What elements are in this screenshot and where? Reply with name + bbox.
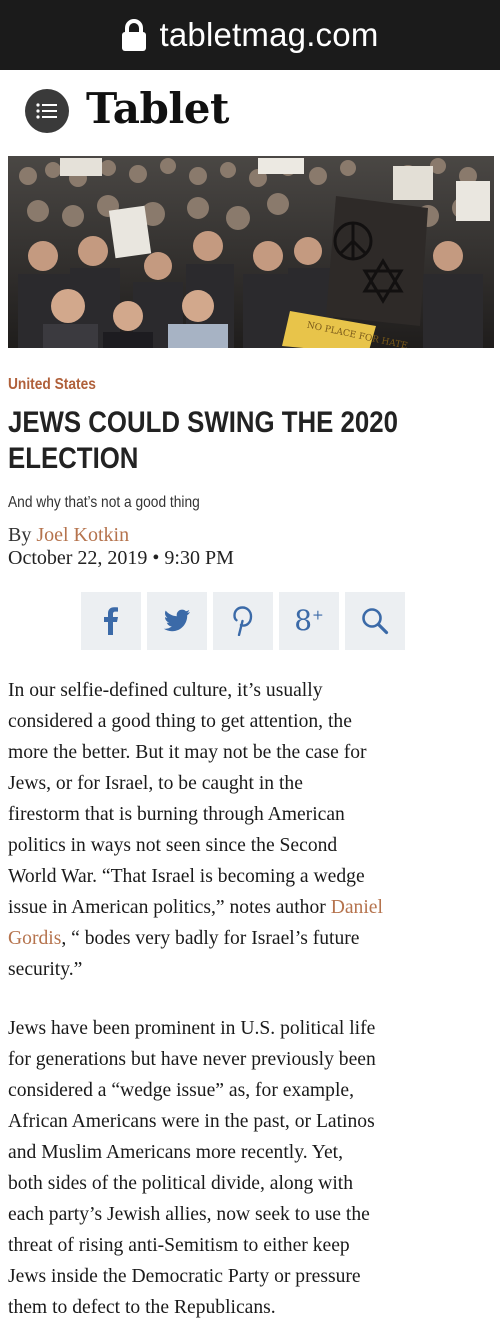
share-googleplus-button[interactable]: 8+ — [279, 592, 339, 650]
paragraph-line: In our selfie-defined culture, it’s usua… — [8, 680, 323, 701]
paragraph-line: both sides of the political divide, alon… — [8, 1173, 354, 1194]
article-headline: JEWS COULD SWING THE 2020 ELECTION — [8, 405, 490, 477]
paragraph-line: more the better. But it may not be the c… — [8, 742, 367, 763]
share-bar: 8+ — [81, 592, 405, 650]
google-plus-icon: 8+ — [294, 604, 324, 637]
paragraph-text: , “ bodes very badly for Israel’s future — [61, 928, 360, 949]
paragraph-line: Jews inside the Democratic Party or pres… — [8, 1266, 361, 1287]
headline-line: ELECTION — [8, 442, 139, 475]
search-button[interactable] — [345, 592, 405, 650]
paragraph-line: and Muslim Americans more recently. Yet, — [8, 1142, 344, 1163]
paragraph-line: African Americans were in the past, or L… — [8, 1111, 375, 1132]
article-section-link[interactable]: United States — [8, 376, 96, 394]
article-paragraph: In our selfie-defined culture, it’s usua… — [8, 675, 498, 985]
facebook-icon — [104, 607, 118, 635]
paragraph-line: for generations but have never previousl… — [8, 1049, 376, 1070]
site-header: Tablet — [0, 70, 500, 154]
paragraph-line: each party’s Jewish allies, now seek to … — [8, 1204, 370, 1225]
paragraph-line: issue in American politics,” notes autho… — [8, 892, 498, 923]
publish-date: October 22, 2019 • 9:30 PM — [8, 547, 234, 569]
site-logo[interactable]: Tablet — [86, 84, 229, 133]
twitter-icon — [163, 609, 190, 632]
headline-line: JEWS COULD SWING THE 2020 — [8, 406, 398, 439]
byline: By Joel Kotkin — [8, 524, 129, 546]
paragraph-line: Gordis, “ bodes very badly for Israel’s … — [8, 923, 498, 954]
paragraph-line: politics in ways not seen since the Seco… — [8, 835, 338, 856]
menu-icon — [36, 103, 57, 119]
author-link[interactable]: Joel Kotkin — [36, 524, 129, 546]
search-icon — [362, 608, 389, 635]
byline-prefix: By — [8, 524, 37, 546]
article-hero-image: NO PLACE FOR HATE — [8, 156, 494, 348]
paragraph-line: World War. “That Israel is becoming a we… — [8, 866, 365, 887]
paragraph-line: threat of rising anti-Semitism to either… — [8, 1235, 350, 1256]
article-paragraph: Jews have been prominent in U.S. politic… — [8, 1013, 498, 1323]
share-pinterest-button[interactable] — [213, 592, 273, 650]
daniel-gordis-link[interactable]: Daniel — [331, 897, 383, 918]
paragraph-line: Jews, or for Israel, to be caught in the — [8, 773, 303, 794]
paragraph-line: firestorm that is burning through Americ… — [8, 804, 345, 825]
paragraph-line: them to defect to the Republicans. — [8, 1297, 276, 1318]
share-facebook-button[interactable] — [81, 592, 141, 650]
paragraph-line: considered a good thing to get attention… — [8, 711, 352, 732]
pinterest-icon — [233, 606, 253, 636]
paragraph-text: issue in American politics,” notes autho… — [8, 897, 331, 918]
paragraph-line: considered a “wedge issue” as, for examp… — [8, 1080, 355, 1101]
lock-icon — [121, 18, 147, 52]
share-twitter-button[interactable] — [147, 592, 207, 650]
menu-button[interactable] — [25, 89, 69, 133]
paragraph-line: security.” — [8, 959, 83, 980]
article-subhead: And why that’s not a good thing — [8, 494, 200, 511]
daniel-gordis-link[interactable]: Gordis — [8, 928, 61, 949]
paragraph-line: Jews have been prominent in U.S. politic… — [8, 1018, 376, 1039]
url-domain: tabletmag.com — [159, 16, 379, 53]
url-bar[interactable]: tabletmag.com — [0, 0, 500, 70]
